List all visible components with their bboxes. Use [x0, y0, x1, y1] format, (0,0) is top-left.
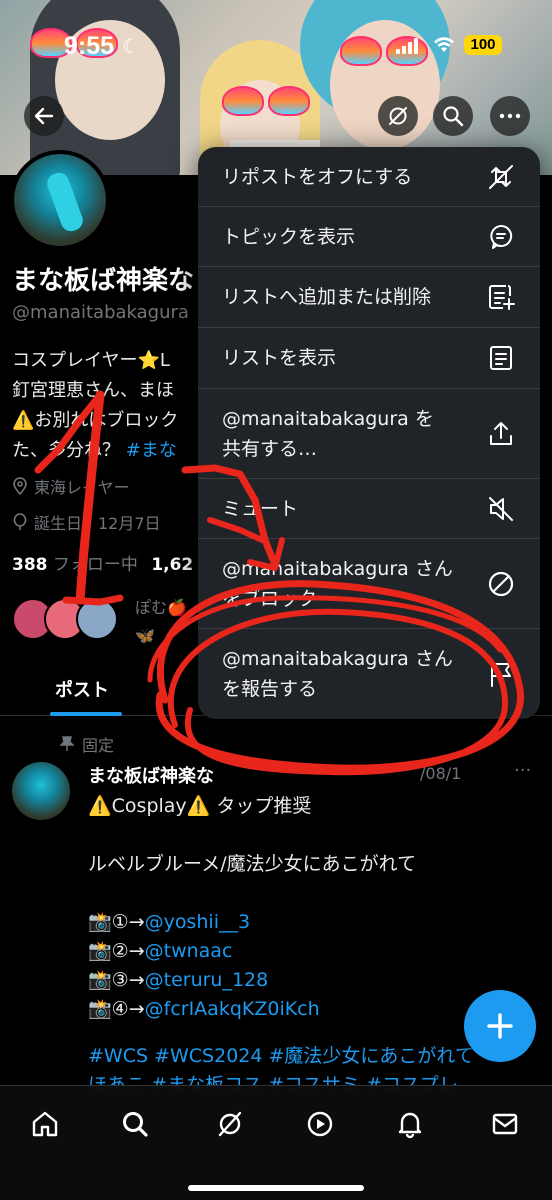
post-line: ⚠️Cosplay⚠️ タップ推奨 [88, 795, 312, 817]
menu-item-label: @manaitabakagura さん [222, 648, 453, 670]
menu-item-label: リストへ追加または削除 [222, 286, 432, 308]
grok-icon [218, 1111, 242, 1137]
follow-counts[interactable]: 388 フォロー中 1,62 [12, 550, 193, 575]
profile-birthday: 誕生日 12月7日 [12, 510, 161, 534]
followers-count: 1,62 [151, 555, 194, 575]
mail-icon [492, 1113, 518, 1135]
back-button[interactable] [24, 96, 64, 136]
menu-item-label-line2: を報告する [222, 678, 318, 700]
post-more-icon[interactable]: ··· [514, 760, 531, 781]
nav-messages[interactable] [487, 1106, 523, 1142]
location-pin-icon [13, 477, 27, 495]
menu-item-turn-off-reposts[interactable]: リポストをオフにする [198, 147, 540, 207]
mention-link[interactable]: @teruru_128 [145, 969, 269, 991]
menu-item-label: リポストをオフにする [222, 166, 413, 188]
following-count: 388 [12, 555, 48, 575]
menu-item-share[interactable]: @manaitabakagura を 共有する… [198, 389, 540, 479]
search-button[interactable] [433, 96, 473, 136]
menu-item-add-remove-lists[interactable]: リストへ追加または削除 [198, 267, 540, 328]
profile-avatar[interactable] [10, 150, 110, 250]
mute-icon [489, 497, 513, 521]
play-circle-icon [307, 1111, 333, 1137]
grok-button[interactable] [378, 96, 418, 136]
menu-item-label: @manaitabakagura を [222, 408, 434, 430]
report-flag-icon [491, 662, 511, 687]
plus-icon [487, 1013, 513, 1039]
photo-credit: 📸④→@fcrIAakqKZ0iKch [88, 998, 320, 1020]
compose-post-button[interactable] [464, 990, 536, 1062]
nav-video[interactable] [302, 1106, 338, 1142]
nav-grok[interactable] [212, 1106, 248, 1142]
photo-credit: 📸③→@teruru_128 [88, 969, 269, 991]
cellular-signal-icon [396, 38, 418, 54]
pin-icon [60, 736, 74, 751]
list-icon [490, 346, 512, 370]
menu-item-label: トピックを表示 [222, 226, 356, 248]
list-add-icon [489, 285, 515, 310]
home-icon [32, 1111, 58, 1137]
menu-item-view-topics[interactable]: トピックを表示 [198, 207, 540, 267]
block-icon [488, 571, 514, 597]
post-body[interactable]: ⚠️Cosplay⚠️ タップ推奨 ルベルブルーメ/魔法少女にあこがれて 📸①→… [88, 792, 416, 1024]
mention-link[interactable]: @twnaac [145, 940, 233, 962]
status-bar: 9:55 ☾ 100 [0, 0, 552, 92]
arrow-left-icon [34, 107, 54, 125]
profile-location: 東海レイヤー [12, 474, 130, 498]
bell-icon [398, 1112, 422, 1139]
menu-item-label: @manaitabakagura さん [222, 558, 453, 580]
nav-search[interactable] [117, 1106, 153, 1142]
menu-item-label: リストを表示 [222, 347, 337, 369]
following-label: フォロー中 [52, 555, 138, 575]
profile-name: まな板ば神楽な [12, 266, 195, 296]
pinned-label: 固定 [82, 736, 115, 755]
status-time: 9:55 [64, 32, 115, 60]
profile-handle: @manaitabakagura [12, 302, 189, 323]
wifi-icon [434, 37, 454, 52]
grok-icon [389, 107, 407, 125]
post-line [88, 879, 416, 908]
avatar [76, 598, 118, 640]
menu-item-report[interactable]: @manaitabakagura さん を報告する [198, 629, 540, 719]
nav-notifications[interactable] [392, 1106, 428, 1142]
repost-off-icon [489, 165, 513, 189]
mention-link[interactable]: @fcrIAakqKZ0iKch [145, 998, 320, 1020]
bio-hashtag-link[interactable]: #まな [126, 440, 177, 461]
menu-item-label-line2: をブロック [222, 588, 318, 610]
battery-indicator: 100 [464, 35, 502, 55]
menu-item-label-line2: 共有する… [222, 438, 318, 460]
post-author-avatar[interactable] [12, 762, 70, 820]
followed-by-text[interactable]: ぽむ🍎 🦋 [135, 594, 187, 645]
focus-moon-icon: ☾ [122, 34, 140, 58]
balloon-icon [13, 513, 27, 530]
photo-credit: 📸①→@yoshii__3 [88, 911, 251, 933]
search-icon [123, 1112, 148, 1137]
post-line: ルベルブルーメ/魔法少女にあこがれて [88, 853, 417, 875]
nav-home[interactable] [27, 1106, 63, 1142]
tab-active-indicator [50, 712, 122, 716]
more-horizontal-icon [499, 113, 521, 119]
share-icon [490, 422, 512, 445]
home-indicator [188, 1185, 364, 1191]
topic-icon [490, 224, 513, 249]
birthday-text: 誕生日 12月7日 [34, 514, 161, 533]
photo-credit: 📸②→@twnaac [88, 940, 233, 962]
bottom-nav [0, 1085, 552, 1200]
location-text: 東海レイヤー [34, 478, 130, 497]
mention-link[interactable]: @yoshii__3 [145, 911, 250, 933]
post-date: /08/1 [420, 764, 462, 783]
menu-item-label: ミュート [222, 498, 299, 520]
profile-options-menu: リポストをオフにする トピックを表示 リストへ追加または削除 リストを表示 @m… [198, 147, 540, 719]
more-options-button[interactable] [490, 96, 530, 136]
menu-item-mute[interactable]: ミュート [198, 479, 540, 539]
tab-posts[interactable]: ポスト [55, 676, 109, 702]
followed-by-avatars[interactable] [12, 598, 118, 640]
search-icon [443, 106, 464, 127]
menu-item-view-lists[interactable]: リストを表示 [198, 328, 540, 389]
post-line [88, 821, 416, 850]
menu-item-block[interactable]: @manaitabakagura さん をブロック [198, 539, 540, 629]
pinned-indicator: 固定 [60, 732, 114, 756]
post-author-name[interactable]: まな板ば神楽な [88, 762, 214, 788]
